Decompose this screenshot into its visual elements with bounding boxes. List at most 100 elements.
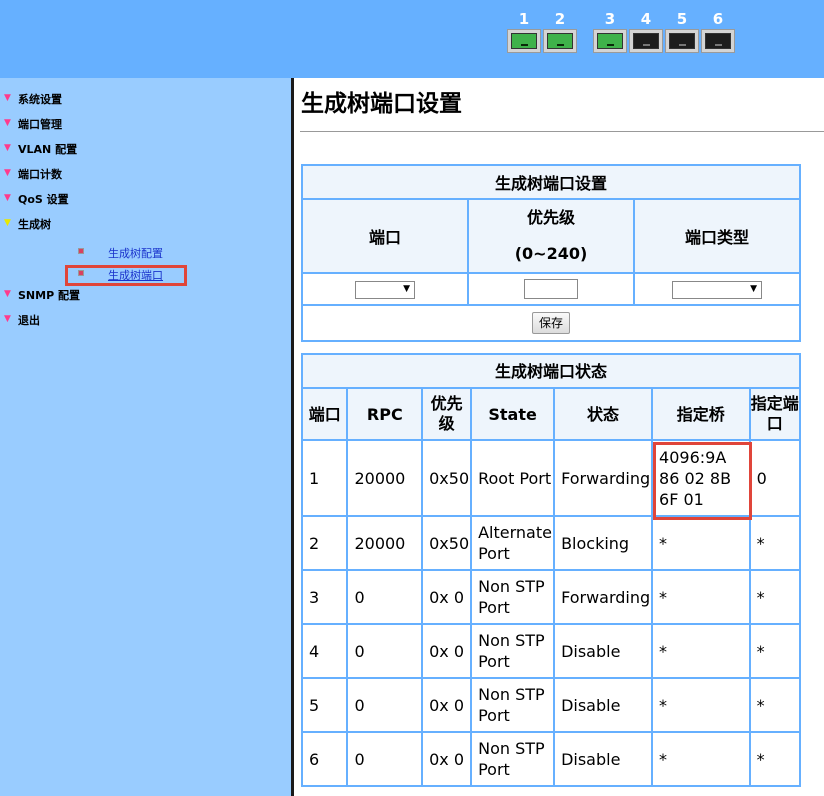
cell-priority: 0x 0 <box>421 623 473 679</box>
sidebar-item-label: 端口计数 <box>18 168 62 181</box>
cell-port: 6 <box>300 731 349 787</box>
sidebar-item-label: 退出 <box>18 314 40 327</box>
cell-rpc: 0 <box>346 569 424 625</box>
sidebar-item-logout[interactable]: ▼ 退出 <box>4 313 40 329</box>
sidebar-item-label: VLAN 配置 <box>18 143 78 156</box>
sidebar-item-label: QoS 设置 <box>18 193 69 206</box>
table-row: 2 20000 0x50 Alternate Port Blocking * * <box>300 515 802 571</box>
port-type-select[interactable] <box>672 280 762 299</box>
ethernet-port-icon <box>543 29 577 53</box>
cell-rpc: 0 <box>346 731 424 787</box>
col-header-state: State <box>470 387 556 441</box>
cell-status: Disable <box>553 623 654 679</box>
cell-state: Non STP Port <box>470 569 556 625</box>
sidebar-item-port-management[interactable]: ▼ 端口管理 <box>4 117 62 133</box>
page-title: 生成树端口设置 <box>301 91 462 117</box>
ethernet-port-icon <box>593 29 627 53</box>
sidebar-item-system-settings[interactable]: ▼ 系统设置 <box>4 92 62 108</box>
ethernet-port-icon <box>701 29 735 53</box>
stp-port-status-table: 生成树端口状态 端口 RPC 优先级 State 状态 指定桥 指定端口 1 2… <box>300 353 802 787</box>
col-header-port: 端口 <box>300 387 349 441</box>
port-select[interactable] <box>355 280 415 299</box>
cell-designated-bridge: * <box>651 515 751 571</box>
port-number: 1 <box>518 10 530 28</box>
sidebar-item-qos[interactable]: ▼ QoS 设置 <box>4 192 69 208</box>
stp-port-config-table: 生成树端口设置 端口 优先级 (0~240) 端口类型 保存 <box>301 164 801 342</box>
sidebar: ▼ 系统设置 ▼ 端口管理 ▼ VLAN 配置 ▼ 端口计数 ▼ QoS 设置 ▼ 生成树 … <box>0 78 291 796</box>
sidebar-item-spanning-tree[interactable]: ▼ 生成树 <box>4 217 51 233</box>
arrow-icon: ▼ <box>4 168 11 178</box>
cell-priority: 0x50 <box>421 515 473 571</box>
cell-state: Non STP Port <box>470 731 556 787</box>
arrow-icon: ▼ <box>4 289 11 299</box>
top-banner: 1 2 3 4 5 6 <box>0 0 824 78</box>
port-type-select-cell <box>633 272 801 306</box>
arrow-icon: ▼ <box>4 314 11 324</box>
cell-port: 4 <box>300 623 349 679</box>
cell-status: Blocking <box>553 515 654 571</box>
cell-state: Alternate Port <box>470 515 556 571</box>
cell-priority: 0x 0 <box>421 731 473 787</box>
table-row: 5 0 0x 0 Non STP Port Disable * * <box>300 677 802 733</box>
cell-designated-bridge: * <box>651 623 751 679</box>
cell-designated-bridge: * <box>651 731 751 787</box>
port-number: 6 <box>712 10 724 28</box>
arrow-icon: ▼ <box>4 193 11 203</box>
arrow-icon: ▼ <box>4 218 11 228</box>
cell-rpc: 0 <box>346 677 424 733</box>
cell-priority: 0x50 <box>421 439 473 517</box>
sidebar-item-label: 端口管理 <box>18 118 62 131</box>
port-number: 2 <box>554 10 566 28</box>
priority-input[interactable] <box>524 279 578 300</box>
col-header-designated-bridge: 指定桥 <box>651 387 751 441</box>
arrow-icon: ▼ <box>4 93 11 103</box>
cell-designated-port: * <box>748 731 802 787</box>
cell-rpc: 0 <box>346 623 424 679</box>
priority-range: (0~240) <box>514 244 588 263</box>
col-header-priority: 优先级 (0~240) <box>467 198 635 274</box>
cell-designated-port: * <box>748 677 802 733</box>
bullet-icon <box>78 248 84 254</box>
table-row: 6 0 0x 0 Non STP Port Disable * * <box>300 731 802 787</box>
port-indicator-4: 4 <box>629 10 663 53</box>
priority-input-cell <box>467 272 635 306</box>
arrow-icon: ▼ <box>4 118 11 128</box>
sidebar-item-port-counters[interactable]: ▼ 端口计数 <box>4 167 62 183</box>
ethernet-port-icon <box>665 29 699 53</box>
table-row: 4 0 0x 0 Non STP Port Disable * * <box>300 623 802 679</box>
sidebar-item-snmp[interactable]: ▼ SNMP 配置 <box>4 288 80 304</box>
cell-port: 3 <box>300 569 349 625</box>
status-table-title: 生成树端口状态 <box>301 353 801 389</box>
port-indicator-2: 2 <box>543 10 577 53</box>
cell-designated-port: 0 <box>748 439 802 517</box>
priority-label: 优先级 <box>526 208 575 227</box>
port-indicator-1: 1 <box>507 10 541 53</box>
cell-state: Non STP Port <box>470 677 556 733</box>
arrow-icon: ▼ <box>4 143 11 153</box>
sidebar-item-vlan[interactable]: ▼ VLAN 配置 <box>4 142 77 158</box>
selection-highlight-box <box>65 265 187 286</box>
designated-bridge-highlight-box <box>653 442 752 520</box>
save-cell: 保存 <box>301 304 801 342</box>
cell-status: Forwarding <box>553 439 654 517</box>
ethernet-port-icon <box>507 29 541 53</box>
sidebar-item-label: 系统设置 <box>18 93 62 106</box>
cell-port: 5 <box>300 677 349 733</box>
cell-designated-port: * <box>748 515 802 571</box>
cell-status: Disable <box>553 677 654 733</box>
port-number: 5 <box>676 10 688 28</box>
cell-designated-port: * <box>748 623 802 679</box>
config-table-title: 生成树端口设置 <box>301 164 801 200</box>
cell-port: 2 <box>300 515 349 571</box>
port-indicator-3: 3 <box>593 10 627 53</box>
sidebar-subitem-stp-config[interactable]: 生成树配置 <box>78 246 163 262</box>
port-number: 3 <box>604 10 616 28</box>
col-header-status: 状态 <box>553 387 654 441</box>
sidebar-subitem-label: 生成树配置 <box>108 247 163 260</box>
col-header-designated-port: 指定端口 <box>748 387 802 441</box>
cell-state: Non STP Port <box>470 623 556 679</box>
col-header-port-type: 端口类型 <box>633 198 801 274</box>
cell-state: Root Port <box>470 439 556 517</box>
save-button[interactable]: 保存 <box>531 312 570 334</box>
sidebar-item-label: 生成树 <box>18 218 51 231</box>
